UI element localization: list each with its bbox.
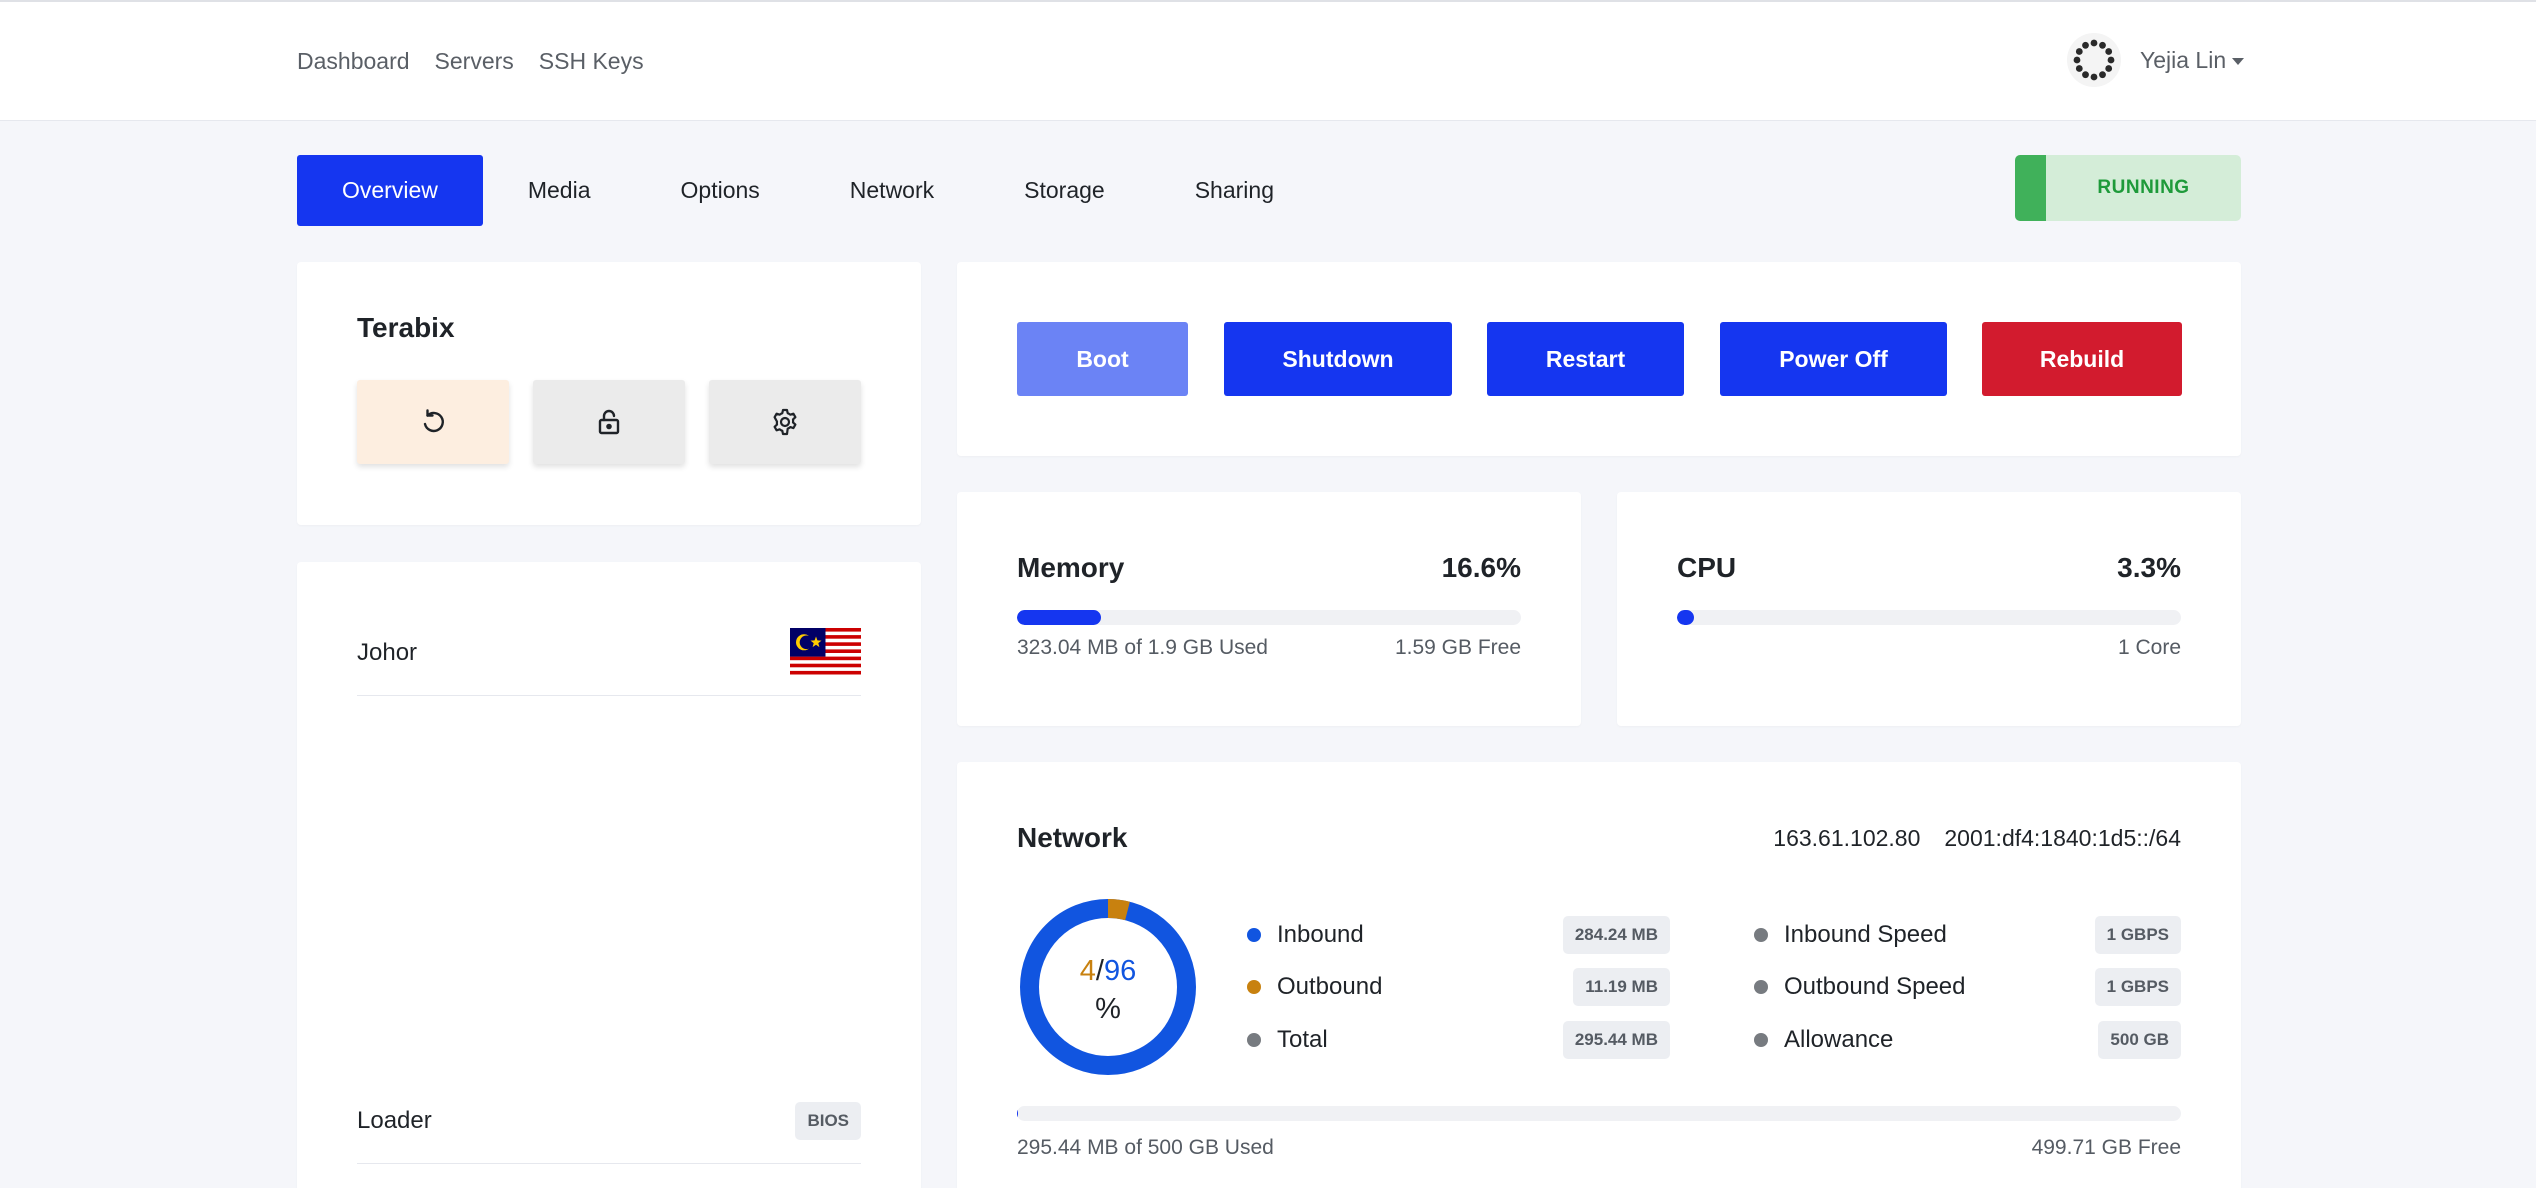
power-actions-card: Boot Shutdown Restart Power Off Rebuild <box>957 262 2241 456</box>
boot-button[interactable]: Boot <box>1017 322 1188 396</box>
donut-separator: / <box>1095 955 1104 987</box>
stat-inbound: Inbound 284.24 MB <box>1247 915 1670 955</box>
stat-value: 11.19 MB <box>1573 968 1670 1006</box>
lock-icon <box>598 409 620 435</box>
stat-inbound-speed: Inbound Speed 1 GBPS <box>1754 915 2181 955</box>
tab-media[interactable]: Media <box>483 155 636 226</box>
refresh-icon <box>423 409 444 433</box>
bandwidth-progress-fill <box>1017 1106 1018 1121</box>
bandwidth-used-text: 295.44 MB of 500 GB Used <box>1017 1136 1274 1159</box>
user-name[interactable]: Yejia Lin <box>2140 47 2245 74</box>
memory-card: Memory 16.6% 323.04 MB of 1.9 GB Used 1.… <box>957 492 1581 726</box>
cpu-progress-bar <box>1677 610 2181 625</box>
ipv6-address: 2001:df4:1840:1d5::/64 <box>1944 825 2181 851</box>
stat-name: Total <box>1277 1026 1328 1053</box>
power-off-button[interactable]: Power Off <box>1720 322 1947 396</box>
cpu-percent: 3.3% <box>2117 552 2181 583</box>
user-menu[interactable]: Yejia Lin <box>2066 32 2245 88</box>
stat-value: 500 GB <box>2098 1021 2181 1059</box>
stat-value: 1 GBPS <box>2094 968 2181 1006</box>
reinstall-button[interactable] <box>357 380 509 464</box>
location-label: Johor <box>357 638 418 666</box>
bandwidth-free-text: 499.71 GB Free <box>2031 1136 2181 1159</box>
network-ips: 163.61.102.80 2001:df4:1840:1d5::/64 <box>1773 825 2181 852</box>
loader-row: Loader BIOS <box>357 1078 861 1164</box>
caret-down-icon <box>2232 57 2245 65</box>
lock-button[interactable] <box>533 380 685 464</box>
memory-progress-fill <box>1017 610 1101 625</box>
gear-icon <box>773 408 797 436</box>
nav-ssh-keys-link[interactable]: SSH Keys <box>539 48 644 75</box>
donut-label: 4/96 % <box>1019 952 1197 1028</box>
tab-storage[interactable]: Storage <box>979 155 1150 226</box>
cpu-title: CPU <box>1677 552 1737 583</box>
stat-name: Outbound <box>1277 973 1383 1000</box>
bandwidth-progress-bar <box>1017 1106 2181 1121</box>
stat-name: Inbound Speed <box>1784 921 1947 948</box>
ipv4-address: 163.61.102.80 <box>1773 825 1921 851</box>
stat-total: Total 295.44 MB <box>1247 1020 1670 1060</box>
settings-button[interactable] <box>709 380 861 464</box>
tab-network[interactable]: Network <box>805 155 979 226</box>
status-badge: RUNNING <box>2015 155 2241 221</box>
stat-value: 1 GBPS <box>2094 916 2181 954</box>
outbound-dot-icon <box>1247 980 1261 994</box>
nav-servers-link[interactable]: Servers <box>435 48 514 75</box>
status-indicator <box>2015 155 2046 221</box>
loader-label: Loader <box>357 1106 432 1134</box>
stat-value: 295.44 MB <box>1562 1021 1670 1059</box>
stat-name: Allowance <box>1784 1026 1894 1053</box>
memory-free-text: 1.59 GB Free <box>1394 636 1521 659</box>
stat-name: Outbound Speed <box>1784 973 1966 1000</box>
memory-percent: 16.6% <box>1441 552 1521 583</box>
memory-used-text: 323.04 MB of 1.9 GB Used <box>1017 636 1268 659</box>
restart-button[interactable]: Restart <box>1487 322 1684 396</box>
network-card: Network 163.61.102.80 2001:df4:1840:1d5:… <box>957 762 2241 1188</box>
total-dot-icon <box>1247 1033 1261 1047</box>
status-label: RUNNING <box>2046 155 2241 221</box>
loader-badge: BIOS <box>795 1101 861 1140</box>
server-tabs: Overview Media Options Network Storage S… <box>297 155 1319 226</box>
server-details-card: Johor Loader BIOS <box>297 562 921 1188</box>
stat-allowance: Allowance 500 GB <box>1754 1020 2181 1060</box>
tab-options[interactable]: Options <box>636 155 805 226</box>
donut-inbound-pct: 96 <box>1103 955 1137 987</box>
malaysia-flag-icon <box>790 627 861 678</box>
avatar <box>2067 33 2121 87</box>
stat-outbound: Outbound 11.19 MB <box>1247 967 1670 1007</box>
inbound-speed-dot-icon <box>1754 928 1768 942</box>
memory-progress-bar <box>1017 610 1521 625</box>
location-row: Johor <box>357 610 861 696</box>
donut-unit: % <box>1095 993 1121 1025</box>
top-navbar: Dashboard Servers SSH Keys Yejia Lin <box>0 0 2536 121</box>
stat-value: 284.24 MB <box>1562 916 1670 954</box>
rebuild-button[interactable]: Rebuild <box>1982 322 2182 396</box>
main-nav: Dashboard Servers SSH Keys <box>297 48 644 75</box>
allowance-dot-icon <box>1754 1033 1768 1047</box>
inbound-dot-icon <box>1247 928 1261 942</box>
stat-name: Inbound <box>1277 921 1364 948</box>
shutdown-button[interactable]: Shutdown <box>1224 322 1452 396</box>
cpu-cores-text: 1 Core <box>2117 636 2181 659</box>
tab-overview[interactable]: Overview <box>297 155 483 226</box>
outbound-speed-dot-icon <box>1754 980 1768 994</box>
memory-title: Memory <box>1017 552 1125 583</box>
donut-outbound-pct: 4 <box>1079 955 1096 987</box>
server-name: Terabix <box>357 312 455 343</box>
cpu-card: CPU 3.3% 1 Core <box>1617 492 2241 726</box>
server-card: Terabix <box>297 262 921 525</box>
stat-outbound-speed: Outbound Speed 1 GBPS <box>1754 967 2181 1007</box>
cpu-progress-fill <box>1677 610 1694 625</box>
nav-dashboard-link[interactable]: Dashboard <box>297 48 410 75</box>
tab-sharing[interactable]: Sharing <box>1150 155 1319 226</box>
network-title: Network <box>1017 822 1128 853</box>
